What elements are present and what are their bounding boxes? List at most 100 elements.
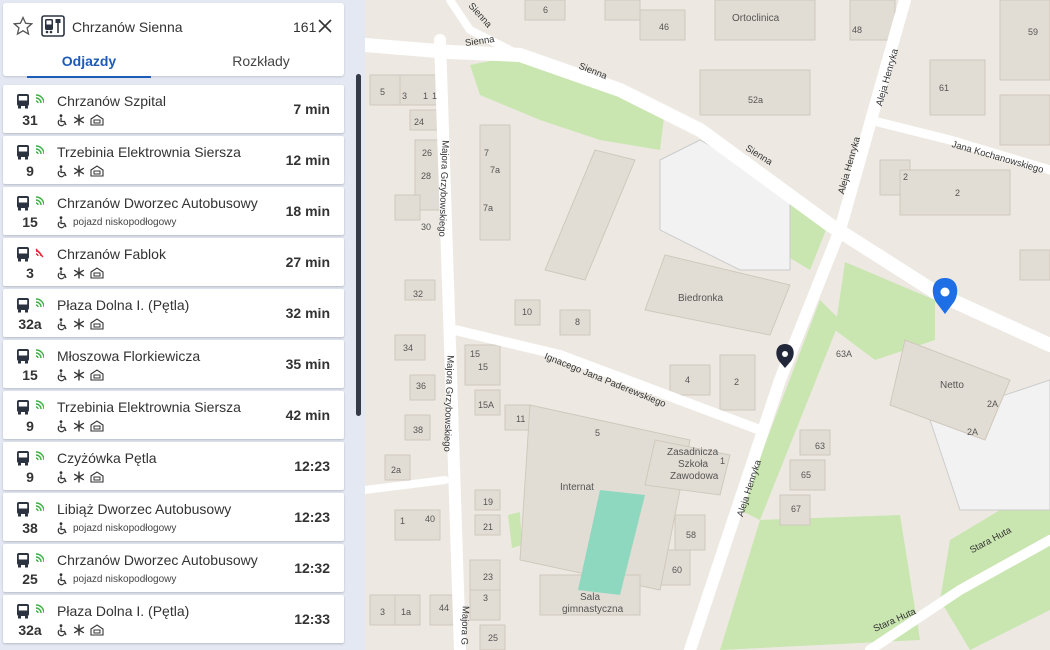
departure-time: 12:23	[294, 458, 330, 474]
house-number: 1	[400, 516, 406, 526]
tab-departures[interactable]: Odjazdy	[27, 47, 151, 78]
vehicle-features	[57, 266, 109, 280]
house-number: 2	[734, 377, 740, 387]
house-number: 2A	[987, 399, 999, 409]
departure-row[interactable]: 9 Trzebinia Elektrownia Siersza 42 min	[3, 391, 344, 439]
ticket-machine-icon	[90, 369, 104, 381]
bus-icon	[17, 400, 44, 415]
house-number: 30	[421, 222, 432, 232]
bus-icon	[17, 94, 44, 109]
line-number: 38	[22, 520, 38, 536]
air-conditioning-snowflake-icon	[73, 471, 85, 483]
street-label-majora: Majora G	[458, 605, 471, 646]
air-conditioning-snowflake-icon	[73, 267, 85, 279]
scrollbar[interactable]	[356, 74, 361, 416]
vehicle-features	[57, 368, 109, 382]
bus-icon	[17, 553, 44, 568]
line-number: 15	[22, 367, 38, 383]
departure-time: 12:23	[294, 509, 330, 525]
house-number: 36	[416, 381, 427, 391]
departure-time: 42 min	[285, 407, 330, 423]
house-number: 7	[484, 148, 490, 158]
vehicle-features	[57, 164, 109, 178]
air-conditioning-snowflake-icon	[73, 369, 85, 381]
air-conditioning-snowflake-icon	[73, 114, 85, 126]
house-number: 6	[543, 5, 549, 15]
air-conditioning-snowflake-icon	[73, 420, 85, 432]
ticket-machine-icon	[90, 114, 104, 126]
bus-stop-icon	[41, 15, 65, 37]
destination: Płaza Dolna I. (Pętla)	[57, 603, 190, 619]
house-number: 48	[852, 25, 863, 35]
house-number: 21	[483, 522, 494, 532]
departure-row[interactable]: 31 Chrzanów Szpital 7 min	[3, 85, 344, 133]
house-number: 1	[720, 456, 726, 466]
departure-row[interactable]: 32a Płaza Dolna I. (Pętla) 32 min	[3, 289, 344, 337]
departure-row[interactable]: 38 Libiąż Dworzec Autobusowy pojazd niskop…	[3, 493, 344, 541]
wheelchair-icon	[57, 164, 67, 177]
bus-icon	[17, 247, 44, 262]
stop-number: 161	[293, 19, 317, 35]
house-number: 15	[470, 349, 481, 359]
departure-time: 32 min	[285, 305, 330, 321]
departure-time: 27 min	[285, 254, 330, 270]
departure-row[interactable]: 15 Młoszowa Florkiewicza 35 min	[3, 340, 344, 388]
place-label-szkola: Szkoła	[678, 459, 709, 470]
place-label-netto: Netto	[940, 380, 964, 391]
departure-row[interactable]: 3 Chrzanów Fablok 27 min	[3, 238, 344, 286]
house-number: 61	[939, 83, 950, 93]
departure-row[interactable]: 32a Płaza Dolna I. (Pętla) 12:33	[3, 595, 344, 643]
destination: Chrzanów Dworzec Autobusowy	[57, 195, 258, 211]
feature-text: pojazd niskopodłogowy	[73, 522, 177, 534]
wheelchair-icon	[57, 215, 67, 228]
departure-row[interactable]: 25 Chrzanów Dworzec Autobusowy pojazd nisk…	[3, 544, 344, 592]
vehicle-features	[57, 113, 109, 127]
house-number: 58	[686, 530, 697, 540]
air-conditioning-snowflake-icon	[73, 165, 85, 177]
wheelchair-icon	[57, 572, 67, 585]
departure-time: 12:33	[294, 611, 330, 627]
destination: Trzebinia Elektrownia Siersza	[57, 399, 241, 415]
air-conditioning-snowflake-icon	[73, 624, 85, 636]
tab-schedules[interactable]: Rozkłady	[197, 47, 325, 75]
bus-icon	[17, 196, 44, 211]
place-label-sala: Sala	[580, 592, 601, 603]
house-number: 1a	[401, 607, 412, 617]
destination: Czyżówka Pętla	[57, 450, 157, 466]
vehicle-features: pojazd niskopodłogowy	[57, 215, 176, 229]
air-conditioning-snowflake-icon	[73, 318, 85, 330]
wheelchair-icon	[57, 317, 67, 330]
ticket-machine-icon	[90, 471, 104, 483]
place-label-ortoclinica: Ortoclinica	[732, 13, 780, 24]
house-number: 52a	[748, 95, 764, 105]
line-number: 32a	[18, 316, 42, 332]
stop-name: Chrzanów Sienna	[72, 19, 183, 35]
stop-header: Chrzanów Sienna 161 Odjazdy Rozkłady	[3, 3, 344, 78]
house-number: 46	[659, 22, 670, 32]
departure-row[interactable]: 15 Chrzanów Dworzec Autobusowy pojazd nisk…	[3, 187, 344, 235]
house-number: 19	[483, 497, 494, 507]
favorite-star-icon[interactable]	[13, 16, 33, 36]
house-number: 1	[423, 91, 429, 101]
departure-row[interactable]: 9 Czyżówka Pętla 12:23	[3, 442, 344, 490]
departure-row[interactable]: 9 Trzebinia Elektrownia Siersza 12 min	[3, 136, 344, 184]
house-number: 2	[903, 172, 909, 182]
vehicle-features	[57, 419, 109, 433]
house-number: 5	[595, 428, 601, 438]
destination: Chrzanów Szpital	[57, 93, 166, 109]
house-number: 4	[685, 375, 691, 385]
house-number: 2A	[967, 427, 979, 437]
feature-text: pojazd niskopodłogowy	[73, 573, 177, 585]
house-number: 3	[380, 607, 386, 617]
departure-time: 12:32	[294, 560, 330, 576]
ticket-machine-icon	[90, 420, 104, 432]
house-number: 38	[413, 425, 424, 435]
house-number: 28	[421, 171, 432, 181]
line-number: 3	[26, 265, 34, 281]
house-number: 23	[483, 572, 494, 582]
wheelchair-icon	[57, 368, 67, 381]
destination: Młoszowa Florkiewicza	[57, 348, 201, 364]
close-icon[interactable]	[317, 18, 333, 34]
house-number: 2	[955, 188, 961, 198]
house-number: 44	[439, 603, 450, 613]
